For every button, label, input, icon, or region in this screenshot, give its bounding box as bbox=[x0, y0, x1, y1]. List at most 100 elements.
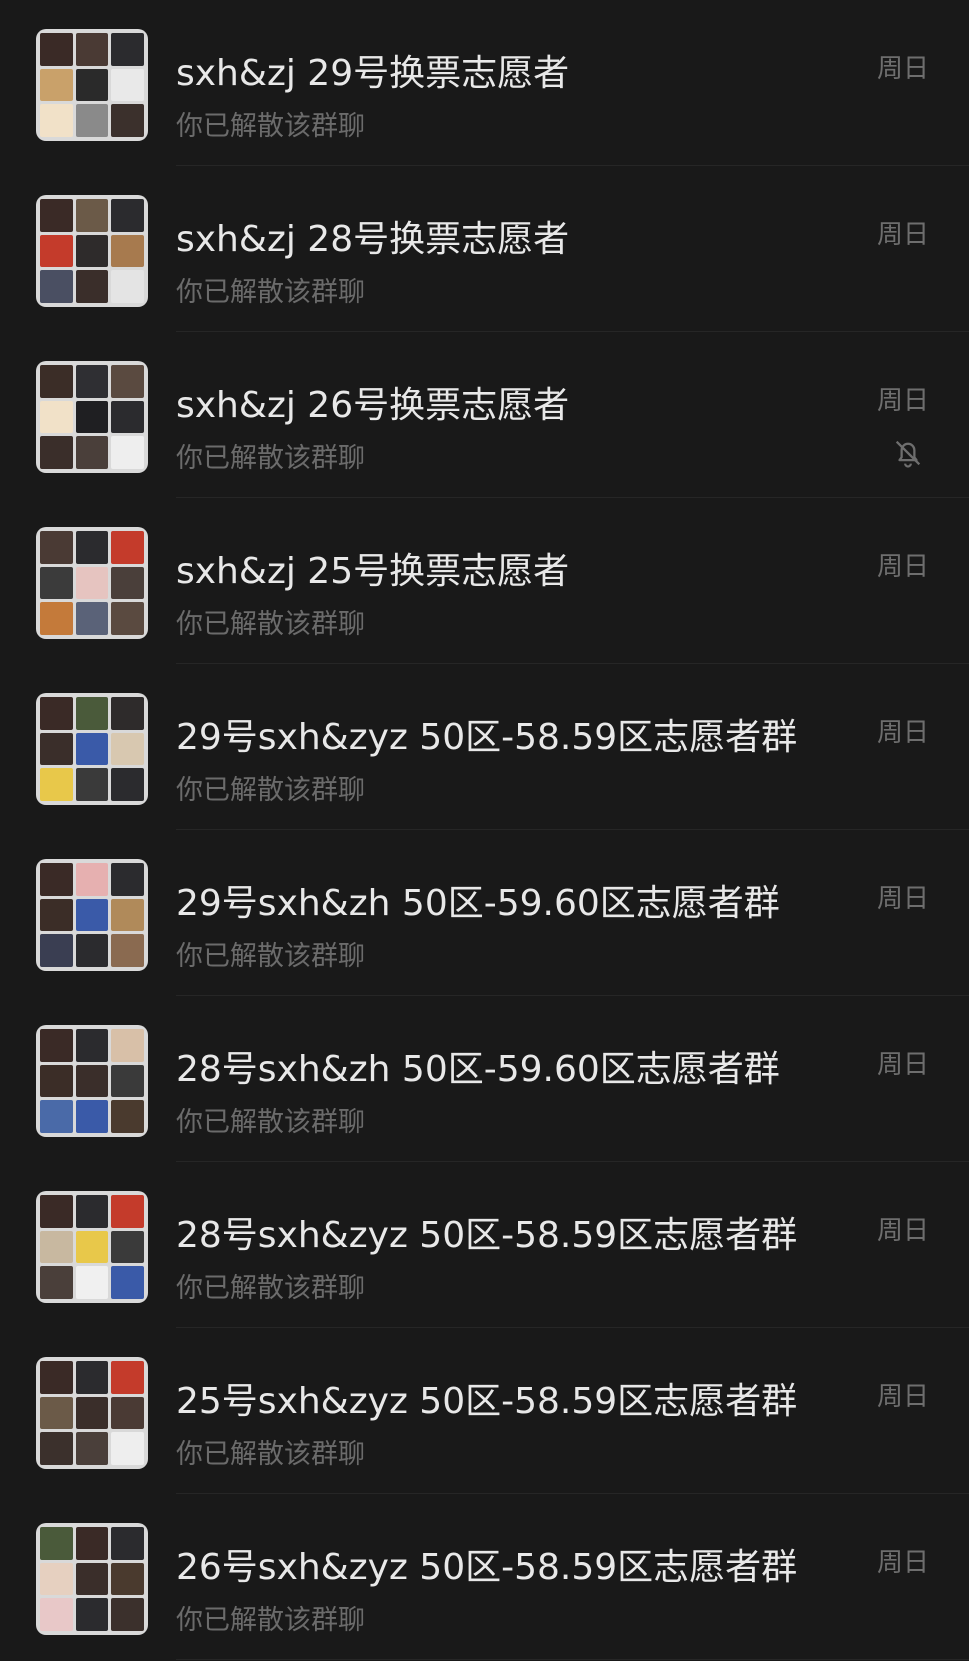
chat-title: 25号sxh&zyz 50区-58.59区志愿者群 bbox=[176, 1381, 798, 1422]
group-avatar-member-photo bbox=[75, 1230, 109, 1264]
group-avatar[interactable] bbox=[36, 1025, 148, 1137]
group-avatar-member-photo bbox=[40, 732, 73, 766]
group-avatar-member-photo bbox=[111, 1562, 144, 1596]
group-avatar[interactable] bbox=[36, 195, 148, 307]
group-avatar-member-photo bbox=[75, 863, 109, 896]
group-avatar-member-photo bbox=[75, 1562, 109, 1596]
chat-last-message: 你已解散该群聊 bbox=[176, 111, 365, 142]
group-avatar-member-photo bbox=[111, 1029, 144, 1062]
group-avatar-member-photo bbox=[75, 104, 109, 137]
chat-list-item[interactable]: 26号sxh&zyz 50区-58.59区志愿者群 你已解散该群聊 周日 bbox=[0, 1494, 969, 1660]
chat-title: sxh&zj 28号换票志愿者 bbox=[176, 219, 570, 260]
group-avatar-member-photo bbox=[111, 1266, 144, 1299]
chat-title: 28号sxh&zh 50区-59.60区志愿者群 bbox=[176, 1049, 780, 1090]
group-avatar-member-photo bbox=[75, 68, 109, 102]
group-avatar-member-photo bbox=[111, 1598, 144, 1631]
group-avatar-member-photo bbox=[111, 1100, 144, 1133]
group-avatar-member-photo bbox=[40, 1064, 73, 1098]
chat-timestamp: 周日 bbox=[876, 1216, 929, 1246]
group-avatar-member-photo bbox=[40, 199, 73, 232]
group-avatar[interactable] bbox=[36, 527, 148, 639]
group-avatar-member-photo bbox=[75, 1195, 109, 1228]
group-avatar-member-photo bbox=[111, 566, 144, 600]
group-avatar-member-photo bbox=[75, 531, 109, 564]
group-avatar-member-photo bbox=[111, 768, 144, 801]
group-avatar-member-photo bbox=[40, 1100, 73, 1133]
chat-list-item[interactable]: 29号sxh&zyz 50区-58.59区志愿者群 你已解散该群聊 周日 bbox=[0, 664, 969, 830]
group-avatar-member-photo bbox=[75, 1064, 109, 1098]
group-avatar-member-photo bbox=[40, 104, 73, 137]
chat-list-item[interactable]: sxh&zj 28号换票志愿者你已解散该群聊 周日 bbox=[0, 166, 969, 332]
group-avatar-member-photo bbox=[40, 1562, 73, 1596]
chat-list-item[interactable]: sxh&zj 25号换票志愿者 你已解散该群聊 周日 bbox=[0, 498, 969, 664]
group-avatar-member-photo bbox=[111, 1361, 144, 1394]
group-avatar-member-photo bbox=[40, 234, 73, 268]
chat-list-item[interactable]: 29号sxh&zh 50区-59.60区志愿者群 你已解散该群聊 周日 bbox=[0, 830, 969, 996]
chat-list-item[interactable]: sxh&zj 29号换票志愿者 你已解散该群聊 周日 bbox=[0, 0, 969, 166]
group-avatar[interactable] bbox=[36, 361, 148, 473]
chat-timestamp: 周日 bbox=[876, 54, 929, 84]
group-avatar-member-photo bbox=[111, 934, 144, 967]
group-avatar-member-photo bbox=[75, 1432, 109, 1465]
group-avatar-member-photo bbox=[40, 697, 73, 730]
group-avatar-member-photo bbox=[111, 270, 144, 303]
group-avatar-member-photo bbox=[40, 934, 73, 967]
group-avatar-member-photo bbox=[40, 270, 73, 303]
group-avatar-member-photo bbox=[75, 1598, 109, 1631]
group-avatar-member-photo bbox=[75, 1396, 109, 1430]
group-avatar-member-photo bbox=[111, 365, 144, 398]
chat-timestamp: 周日 bbox=[876, 1050, 929, 1080]
group-avatar[interactable] bbox=[36, 1523, 148, 1635]
chat-timestamp: 周日 bbox=[876, 718, 929, 748]
chat-title: sxh&zj 25号换票志愿者 bbox=[176, 551, 570, 592]
chat-timestamp: 周日 bbox=[876, 1548, 929, 1578]
group-avatar-member-photo bbox=[40, 1230, 73, 1264]
chat-timestamp: 周日 bbox=[876, 220, 929, 250]
group-avatar-member-photo bbox=[75, 566, 109, 600]
group-avatar-member-photo bbox=[75, 199, 109, 232]
chat-list-item[interactable]: 28号sxh&zh 50区-59.60区志愿者群 你已解散该群聊 周日 bbox=[0, 996, 969, 1162]
group-avatar-member-photo bbox=[40, 68, 73, 102]
group-avatar-member-photo bbox=[111, 199, 144, 232]
group-avatar-member-photo bbox=[75, 1361, 109, 1394]
group-avatar-member-photo bbox=[75, 270, 109, 303]
chat-list: sxh&zj 29号换票志愿者 你已解散该群聊 周日 sxh&zj 28号换票志愿者你… bbox=[0, 0, 969, 1661]
chat-title: 28号sxh&zyz 50区-58.59区志愿者群 bbox=[176, 1215, 798, 1256]
group-avatar[interactable] bbox=[36, 1191, 148, 1303]
group-avatar-member-photo bbox=[75, 1527, 109, 1560]
group-avatar-member-photo bbox=[40, 531, 73, 564]
chat-last-message: 你已解散该群聊 bbox=[176, 277, 365, 308]
chat-list-item[interactable]: 28号sxh&zyz 50区-58.59区志愿者群你已解散该群聊 周日 bbox=[0, 1162, 969, 1328]
chat-title: 29号sxh&zh 50区-59.60区志愿者群 bbox=[176, 883, 780, 924]
group-avatar-member-photo bbox=[75, 33, 109, 66]
group-avatar[interactable] bbox=[36, 859, 148, 971]
group-avatar[interactable] bbox=[36, 29, 148, 141]
group-avatar-member-photo bbox=[40, 400, 73, 434]
group-avatar-member-photo bbox=[75, 898, 109, 932]
group-avatar-member-photo bbox=[111, 1432, 144, 1465]
group-avatar-member-photo bbox=[111, 602, 144, 635]
group-avatar-member-photo bbox=[75, 400, 109, 434]
chat-timestamp: 周日 bbox=[876, 1382, 929, 1412]
chat-last-message: 你已解散该群聊 bbox=[176, 1273, 365, 1304]
group-avatar-member-photo bbox=[111, 1064, 144, 1098]
chat-list-item[interactable]: 25号sxh&zyz 50区-58.59区志愿者群你已解散该群聊 周日 bbox=[0, 1328, 969, 1494]
chat-last-message: 你已解散该群聊 bbox=[176, 1439, 365, 1470]
chat-last-message: 你已解散该群聊 bbox=[176, 775, 365, 806]
chat-last-message: 你已解散该群聊 bbox=[176, 1605, 365, 1636]
group-avatar-member-photo bbox=[40, 898, 73, 932]
chat-timestamp: 周日 bbox=[876, 884, 929, 914]
chat-list-item[interactable]: sxh&zj 26号换票志愿者 你已解散该群聊 周日 bbox=[0, 332, 969, 498]
group-avatar-member-photo bbox=[111, 104, 144, 137]
group-avatar[interactable] bbox=[36, 1357, 148, 1469]
group-avatar-member-photo bbox=[75, 768, 109, 801]
group-avatar-member-photo bbox=[40, 365, 73, 398]
group-avatar-member-photo bbox=[75, 697, 109, 730]
group-avatar-member-photo bbox=[111, 732, 144, 766]
group-avatar-member-photo bbox=[75, 365, 109, 398]
group-avatar[interactable] bbox=[36, 693, 148, 805]
group-avatar-member-photo bbox=[111, 1527, 144, 1560]
group-avatar-member-photo bbox=[75, 732, 109, 766]
group-avatar-member-photo bbox=[75, 436, 109, 469]
group-avatar-member-photo bbox=[75, 234, 109, 268]
